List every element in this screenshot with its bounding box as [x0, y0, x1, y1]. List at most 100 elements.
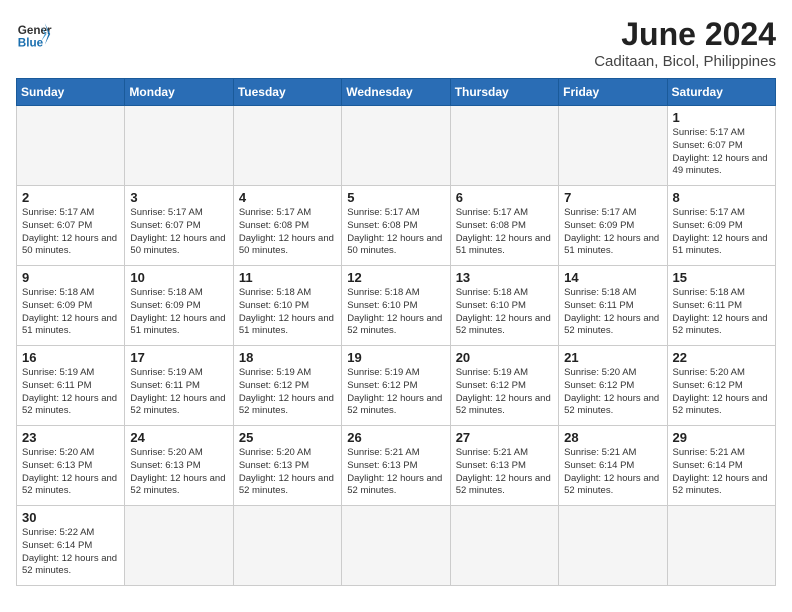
cell-info: Sunrise: 5:18 AM Sunset: 6:11 PM Dayligh…	[564, 287, 661, 338]
cell-info: Sunrise: 5:21 AM Sunset: 6:13 PM Dayligh…	[347, 447, 444, 498]
col-wednesday: Wednesday	[342, 79, 450, 106]
col-friday: Friday	[559, 79, 667, 106]
day-number: 19	[347, 350, 444, 365]
table-row: 24 Sunrise: 5:20 AM Sunset: 6:13 PM Dayli…	[125, 426, 233, 506]
table-row: 21 Sunrise: 5:20 AM Sunset: 6:12 PM Dayli…	[559, 346, 667, 426]
day-number: 5	[347, 190, 444, 205]
table-row: 14 Sunrise: 5:18 AM Sunset: 6:11 PM Dayli…	[559, 266, 667, 346]
day-number: 16	[22, 350, 119, 365]
day-number: 26	[347, 430, 444, 445]
table-row	[233, 506, 341, 586]
day-number: 4	[239, 190, 336, 205]
cell-info: Sunrise: 5:21 AM Sunset: 6:13 PM Dayligh…	[456, 447, 553, 498]
cell-info: Sunrise: 5:18 AM Sunset: 6:11 PM Dayligh…	[673, 287, 770, 338]
cell-info: Sunrise: 5:19 AM Sunset: 6:11 PM Dayligh…	[130, 367, 227, 418]
day-number: 18	[239, 350, 336, 365]
calendar-table: Sunday Monday Tuesday Wednesday Thursday…	[16, 78, 776, 586]
cell-info: Sunrise: 5:17 AM Sunset: 6:07 PM Dayligh…	[130, 207, 227, 258]
calendar-week-row: 1Sunrise: 5:17 AM Sunset: 6:07 PM Daylig…	[17, 106, 776, 186]
table-row: 17 Sunrise: 5:19 AM Sunset: 6:11 PM Dayli…	[125, 346, 233, 426]
col-saturday: Saturday	[667, 79, 775, 106]
table-row: 19 Sunrise: 5:19 AM Sunset: 6:12 PM Dayli…	[342, 346, 450, 426]
table-row: 8 Sunrise: 5:17 AM Sunset: 6:09 PM Daylig…	[667, 186, 775, 266]
day-number: 21	[564, 350, 661, 365]
day-number: 8	[673, 190, 770, 205]
cell-info: Sunrise: 5:18 AM Sunset: 6:10 PM Dayligh…	[456, 287, 553, 338]
table-row	[233, 106, 341, 186]
calendar-week-row: 23 Sunrise: 5:20 AM Sunset: 6:13 PM Dayli…	[17, 426, 776, 506]
day-number: 2	[22, 190, 119, 205]
table-row: 16Sunrise: 5:19 AM Sunset: 6:11 PM Dayli…	[17, 346, 125, 426]
table-row	[450, 506, 558, 586]
table-row: 6 Sunrise: 5:17 AM Sunset: 6:08 PM Daylig…	[450, 186, 558, 266]
day-number: 3	[130, 190, 227, 205]
cell-info: Sunrise: 5:19 AM Sunset: 6:12 PM Dayligh…	[456, 367, 553, 418]
table-row: 2Sunrise: 5:17 AM Sunset: 6:07 PM Daylig…	[17, 186, 125, 266]
logo: General Blue	[16, 16, 52, 52]
calendar-header-row: Sunday Monday Tuesday Wednesday Thursday…	[17, 79, 776, 106]
table-row: 27Sunrise: 5:21 AM Sunset: 6:13 PM Dayli…	[450, 426, 558, 506]
calendar-week-row: 30 Sunrise: 5:22 AM Sunset: 6:14 PM Dayli…	[17, 506, 776, 586]
cell-info: Sunrise: 5:17 AM Sunset: 6:08 PM Dayligh…	[456, 207, 553, 258]
table-row: 7 Sunrise: 5:17 AM Sunset: 6:09 PM Daylig…	[559, 186, 667, 266]
table-row: 3 Sunrise: 5:17 AM Sunset: 6:07 PM Daylig…	[125, 186, 233, 266]
cell-info: Sunrise: 5:22 AM Sunset: 6:14 PM Dayligh…	[22, 527, 119, 578]
month-year-title: June 2024	[594, 16, 776, 53]
table-row: 5 Sunrise: 5:17 AM Sunset: 6:08 PM Daylig…	[342, 186, 450, 266]
calendar-week-row: 9Sunrise: 5:18 AM Sunset: 6:09 PM Daylig…	[17, 266, 776, 346]
cell-info: Sunrise: 5:20 AM Sunset: 6:13 PM Dayligh…	[22, 447, 119, 498]
table-row: 28Sunrise: 5:21 AM Sunset: 6:14 PM Dayli…	[559, 426, 667, 506]
day-number: 23	[22, 430, 119, 445]
cell-info: Sunrise: 5:20 AM Sunset: 6:13 PM Dayligh…	[239, 447, 336, 498]
table-row: 11Sunrise: 5:18 AM Sunset: 6:10 PM Dayli…	[233, 266, 341, 346]
cell-info: Sunrise: 5:18 AM Sunset: 6:09 PM Dayligh…	[130, 287, 227, 338]
table-row	[559, 106, 667, 186]
table-row	[342, 506, 450, 586]
day-number: 6	[456, 190, 553, 205]
cell-info: Sunrise: 5:17 AM Sunset: 6:09 PM Dayligh…	[564, 207, 661, 258]
cell-info: Sunrise: 5:17 AM Sunset: 6:08 PM Dayligh…	[239, 207, 336, 258]
day-number: 12	[347, 270, 444, 285]
table-row: 20 Sunrise: 5:19 AM Sunset: 6:12 PM Dayli…	[450, 346, 558, 426]
day-number: 17	[130, 350, 227, 365]
page-header: General Blue June 2024 Caditaan, Bicol, …	[16, 16, 776, 70]
cell-info: Sunrise: 5:20 AM Sunset: 6:12 PM Dayligh…	[673, 367, 770, 418]
table-row: 23 Sunrise: 5:20 AM Sunset: 6:13 PM Dayli…	[17, 426, 125, 506]
day-number: 24	[130, 430, 227, 445]
day-number: 25	[239, 430, 336, 445]
svg-text:Blue: Blue	[18, 37, 44, 50]
day-number: 29	[673, 430, 770, 445]
col-monday: Monday	[125, 79, 233, 106]
day-number: 1	[673, 110, 770, 125]
table-row: 9Sunrise: 5:18 AM Sunset: 6:09 PM Daylig…	[17, 266, 125, 346]
day-number: 30	[22, 510, 119, 525]
table-row: 26 Sunrise: 5:21 AM Sunset: 6:13 PM Dayli…	[342, 426, 450, 506]
table-row: 13Sunrise: 5:18 AM Sunset: 6:10 PM Dayli…	[450, 266, 558, 346]
svg-text:General: General	[18, 24, 52, 37]
day-number: 10	[130, 270, 227, 285]
cell-info: Sunrise: 5:20 AM Sunset: 6:13 PM Dayligh…	[130, 447, 227, 498]
cell-info: Sunrise: 5:20 AM Sunset: 6:12 PM Dayligh…	[564, 367, 661, 418]
col-sunday: Sunday	[17, 79, 125, 106]
table-row: 10 Sunrise: 5:18 AM Sunset: 6:09 PM Dayli…	[125, 266, 233, 346]
table-row: 18Sunrise: 5:19 AM Sunset: 6:12 PM Dayli…	[233, 346, 341, 426]
location-subtitle: Caditaan, Bicol, Philippines	[594, 53, 776, 70]
table-row	[450, 106, 558, 186]
table-row: 25 Sunrise: 5:20 AM Sunset: 6:13 PM Dayli…	[233, 426, 341, 506]
day-number: 20	[456, 350, 553, 365]
calendar-week-row: 16 Sunrise: 5:19 AM Sunset: 6:11 PM Dayli…	[17, 346, 776, 426]
day-number: 14	[564, 270, 661, 285]
table-row: 4 Sunrise: 5:17 AM Sunset: 6:08 PM Daylig…	[233, 186, 341, 266]
day-number: 7	[564, 190, 661, 205]
table-row	[559, 506, 667, 586]
table-row: 30 Sunrise: 5:22 AM Sunset: 6:14 PM Dayli…	[17, 506, 125, 586]
cell-info: Sunrise: 5:19 AM Sunset: 6:12 PM Dayligh…	[347, 367, 444, 418]
col-tuesday: Tuesday	[233, 79, 341, 106]
cell-info: Sunrise: 5:17 AM Sunset: 6:08 PM Dayligh…	[347, 207, 444, 258]
logo-icon: General Blue	[16, 16, 52, 52]
table-row: 29Sunrise: 5:21 AM Sunset: 6:14 PM Dayli…	[667, 426, 775, 506]
day-number: 22	[673, 350, 770, 365]
cell-info: Sunrise: 5:17 AM Sunset: 6:09 PM Dayligh…	[673, 207, 770, 258]
table-row: 22 Sunrise: 5:20 AM Sunset: 6:12 PM Dayli…	[667, 346, 775, 426]
day-number: 11	[239, 270, 336, 285]
